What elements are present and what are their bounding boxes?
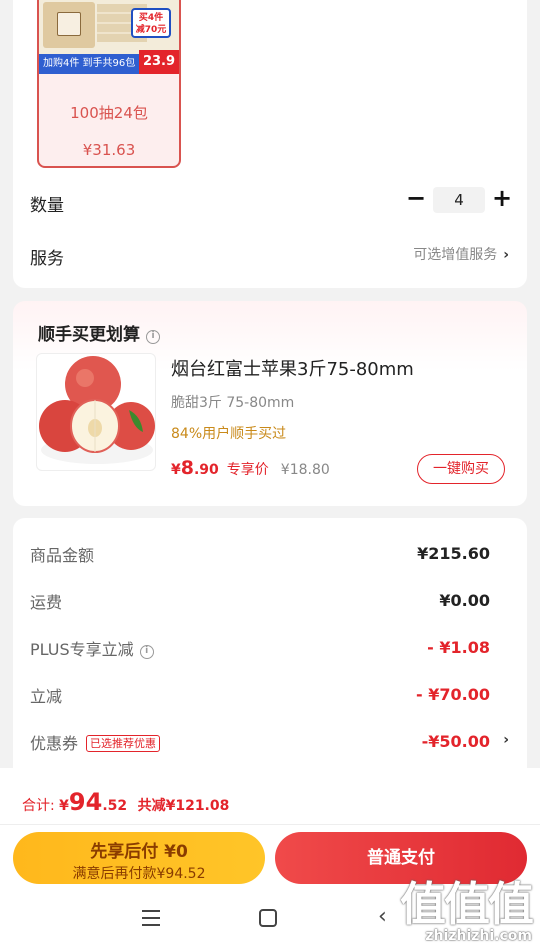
upsell-card: 顺手买更划算 i 烟台红富士苹果3斤75-80mm 脆甜3斤 75-80mm 84… [13,301,527,506]
total-dec: .52 [102,798,128,814]
upsell-price-symbol: ¥ [171,462,181,478]
summary-row-subtotal: 商品金额 ¥215.60 [13,542,527,566]
plus-discount-text: PLUS专享立减 [30,640,134,659]
coupon-label: 优惠券 已选推荐优惠 [30,730,161,754]
tissue-box-image [43,2,95,48]
watermark-text: 值值值 [400,877,534,931]
upsell-title-text: 顺手买更划算 [38,325,140,345]
upsell-product-spec: 脆甜3斤 75-80mm [171,395,295,411]
upsell-social-proof: 84%用户顺手买过 [171,426,287,442]
coupon-selected-tag: 已选推荐优惠 [86,735,161,752]
plus-discount-value: - ¥1.08 [427,638,490,657]
watermark-logo: 值值值 zhizhizhi.com [400,868,534,944]
promo-price-tag: 23.9 [139,50,179,74]
summary-row-shipping: 运费 ¥0.00 [13,589,527,613]
variant-name: 100抽24包 [70,104,148,122]
upsell-price-dec: .90 [193,462,219,478]
summary-row-coupon[interactable]: 优惠券 已选推荐优惠 -¥50.00 › [13,730,527,754]
subtotal-label: 商品金额 [30,546,95,565]
apple-product-image[interactable] [36,353,156,471]
upsell-price-int: 8 [180,457,194,479]
sku-card: 买4件 减70元 加购4件 到手共96包 23.9 100抽24包 ¥31.63… [13,0,527,288]
instant-discount-label: 立减 [30,687,63,706]
quantity-input[interactable]: 4 [433,187,485,213]
pay-later-button[interactable]: 先享后付 ¥0 满意后再付款¥94.52 [13,832,265,884]
home-icon[interactable] [259,909,277,927]
summary-row-plus-discount: PLUS专享立减 i - ¥1.08 [13,636,527,660]
divider [0,824,540,825]
promo-badge: 买4件 减70元 [131,8,171,38]
original-price: ¥18.80 [280,462,330,478]
upsell-price: ¥8.90 专享价 ¥18.80 [171,457,330,479]
upsell-title: 顺手买更划算 i [38,320,160,345]
product-thumbnail: 买4件 减70元 加购4件 到手共96包 23.9 [39,0,179,74]
pay-later-subtitle: 满意后再付款¥94.52 [72,866,206,882]
order-summary-card: 商品金额 ¥215.60 运费 ¥0.00 PLUS专享立减 i - ¥1.08 … [13,518,527,788]
quantity-increase-button[interactable]: + [491,186,513,211]
chevron-right-icon: › [503,247,509,263]
variant-option-selected[interactable]: 买4件 减70元 加购4件 到手共96包 23.9 100抽24包 ¥31.63 [37,0,181,168]
info-icon[interactable]: i [146,330,160,344]
subtotal-value: ¥215.60 [417,544,490,563]
coupon-label-text: 优惠券 [30,734,79,753]
coupon-value: -¥50.00 [421,732,490,751]
quantity-label: 数量 [30,196,64,216]
service-option-text: 可选增值服务 [413,247,498,263]
instant-discount-value: - ¥70.00 [416,685,490,704]
total-symbol: ¥ [59,798,69,814]
plus-discount-label: PLUS专享立减 i [30,636,154,660]
menu-icon[interactable] [142,910,160,926]
total-int: 94 [68,788,103,816]
chevron-right-icon: › [503,732,509,748]
exclusive-price-label: 专享价 [226,462,269,478]
apple-icon [39,356,155,464]
service-option-link[interactable]: 可选增值服务 › [413,244,509,264]
upsell-product-title[interactable]: 烟台红富士苹果3斤75-80mm [171,355,414,381]
variant-price: ¥31.63 [82,141,136,159]
shipping-value: ¥0.00 [439,591,490,610]
total-saved: 共减¥121.08 [137,798,230,814]
pay-later-title: 先享后付 ¥0 [90,842,188,862]
info-icon[interactable]: i [139,645,154,659]
quantity-decrease-button[interactable]: − [405,186,427,210]
service-label: 服务 [30,249,64,269]
summary-row-instant-discount: 立减 - ¥70.00 [13,683,527,707]
order-total: 合计: ¥94.52 共减¥121.08 [22,788,229,816]
back-icon[interactable]: ‹ [378,904,387,929]
one-click-buy-button[interactable]: 一键购买 [417,454,505,484]
shipping-label: 运费 [30,593,63,612]
total-label: 合计: [22,798,55,814]
